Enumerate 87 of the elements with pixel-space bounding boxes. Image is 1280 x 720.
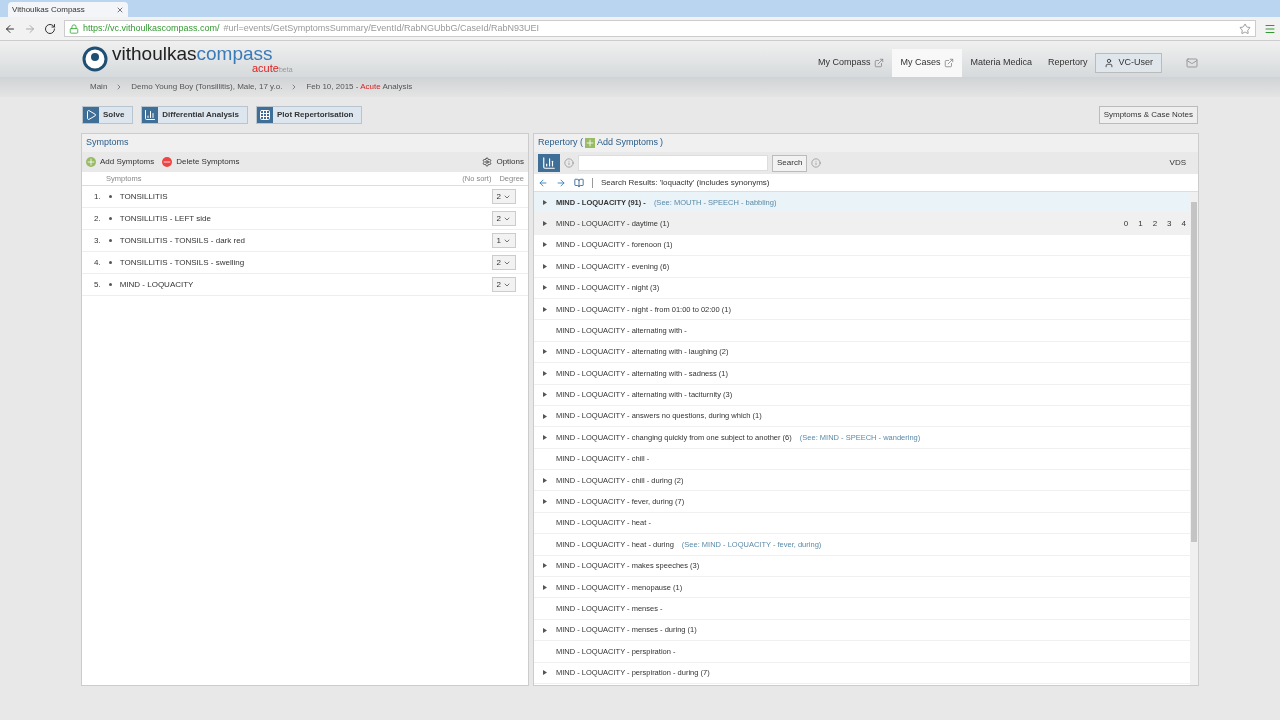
logo-text: vithoulkascompass <box>112 43 273 63</box>
notes-button[interactable]: Symptoms & Case Notes <box>1098 106 1198 124</box>
expand-icon[interactable] <box>543 477 547 483</box>
add-icon <box>86 157 96 167</box>
book-label: VDS <box>1169 157 1186 169</box>
expand-icon[interactable] <box>543 242 547 248</box>
delete-icon <box>162 157 173 167</box>
breadcrumb-link[interactable]: Demo Young Boy (Tonsillitis), Male, 17 y.o. <box>131 81 283 93</box>
row-number: 3. <box>94 234 101 247</box>
toolbar-icon <box>142 107 159 123</box>
forward-icon[interactable] <box>556 177 566 188</box>
browser-tab[interactable]: Vithoulkas Compass <box>8 2 128 17</box>
row-number: 5. <box>94 278 101 291</box>
user-icon <box>1104 58 1115 68</box>
expand-icon[interactable] <box>543 370 547 376</box>
row-number: 1. <box>94 190 101 203</box>
grade-button[interactable]: 3 <box>1167 217 1172 230</box>
nav-tab[interactable]: Materia Medica <box>962 49 1040 77</box>
options-button[interactable]: Options <box>482 156 524 168</box>
user-button[interactable]: VC-User <box>1095 53 1162 73</box>
symptom-text: TONSILLITIS <box>119 190 168 203</box>
expand-icon[interactable] <box>543 199 547 205</box>
delete-symptoms-button[interactable]: Delete Symptoms <box>162 156 240 168</box>
logo-icon <box>82 46 108 72</box>
options-icon <box>482 157 493 167</box>
degree-dropdown[interactable]: 2 <box>491 255 516 270</box>
bullet-icon <box>108 195 112 198</box>
add-icon <box>585 138 595 148</box>
row-number: 2. <box>94 212 101 225</box>
panel-title: Symptoms <box>82 134 528 152</box>
reload-icon[interactable] <box>44 22 56 35</box>
address-field[interactable]: https://vc.vithoulkascompass.com/ #url=events/GetSymptomsSummary/EventId/RabNGUbbG/CaseId/RabN93UEI <box>64 20 1256 37</box>
close-icon[interactable] <box>116 5 124 14</box>
symptom-text: TONSILLITIS - TONSILS - swelling <box>119 256 245 269</box>
expand-icon[interactable] <box>543 435 547 440</box>
toolbar-button[interactable]: Plot Repertorisation <box>255 106 363 124</box>
grade-button[interactable]: 0 <box>1123 217 1129 230</box>
lock-icon <box>69 23 79 34</box>
toolbar-button[interactable]: Differential Analysis <box>141 106 248 124</box>
bullet-icon <box>108 283 112 286</box>
expand-icon[interactable] <box>543 221 547 227</box>
toolbar-button[interactable]: Solve <box>82 106 134 124</box>
expand-icon[interactable] <box>543 670 547 676</box>
add-symptoms-button[interactable]: Add Symptoms <box>86 156 155 168</box>
breadcrumb-link[interactable]: Main <box>90 81 108 93</box>
nav-tab[interactable]: My Compass <box>809 49 893 77</box>
expand-icon[interactable] <box>543 349 547 355</box>
nav-tab[interactable]: My Cases <box>892 49 963 77</box>
grade-button[interactable]: 1 <box>1138 217 1143 230</box>
expand-icon[interactable] <box>543 627 547 633</box>
degree-dropdown[interactable]: 2 <box>491 211 516 226</box>
bullet-icon <box>108 239 112 242</box>
expand-icon[interactable] <box>543 563 547 569</box>
panel-title: Repertory ( <box>538 136 583 150</box>
expand-icon[interactable] <box>543 392 547 398</box>
back-icon[interactable] <box>4 22 16 35</box>
chart-icon[interactable] <box>538 154 560 172</box>
expand-icon[interactable] <box>543 499 547 505</box>
menu-icon[interactable] <box>1264 22 1276 35</box>
breadcrumb-current: Feb 10, 2015 - Acute Analysis <box>306 81 413 93</box>
degree-dropdown[interactable]: 2 <box>491 189 516 204</box>
grade-button[interactable]: 4 <box>1181 217 1186 230</box>
row-number: 4. <box>94 256 101 269</box>
symptom-text: TONSILLITIS - TONSILS - dark red <box>119 234 246 247</box>
star-icon[interactable] <box>1239 22 1251 35</box>
add-symptoms-link[interactable]: Add Symptoms <box>585 136 659 150</box>
expand-icon[interactable] <box>543 584 547 590</box>
bullet-icon <box>108 217 112 220</box>
expand-icon[interactable] <box>543 413 547 419</box>
bullet-icon <box>108 261 112 264</box>
toolbar-icon <box>256 107 273 123</box>
panel-title: ) <box>660 136 664 150</box>
degree-dropdown[interactable]: 1 <box>491 233 516 248</box>
back-icon[interactable] <box>538 177 548 188</box>
degree-dropdown[interactable]: 2 <box>491 277 516 292</box>
search-field[interactable] <box>578 155 768 171</box>
symptom-text: MIND - LOQUACITY <box>119 278 194 291</box>
grade-button[interactable]: 2 <box>1152 217 1158 230</box>
nav-tab[interactable]: Repertory <box>1039 49 1096 77</box>
symptom-text: TONSILLITIS - LEFT side <box>119 212 211 225</box>
search-button[interactable]: Search <box>772 154 808 172</box>
expand-icon[interactable] <box>543 263 547 269</box>
book-icon[interactable] <box>574 177 584 188</box>
toolbar-icon <box>83 107 99 123</box>
expand-icon[interactable] <box>543 306 547 312</box>
expand-icon[interactable] <box>543 285 547 291</box>
search-results-text: Search Results: 'loquacity' (includes synonyms) <box>601 176 770 189</box>
